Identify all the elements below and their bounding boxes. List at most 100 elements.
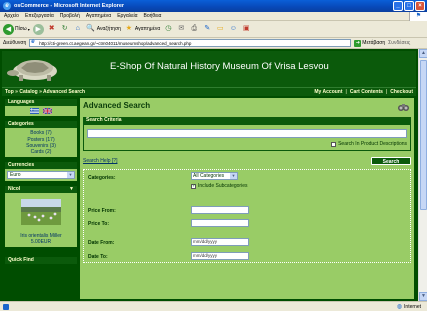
minimize-icon[interactable]: _ [393,1,403,11]
chevron-down-icon: ▾ [27,26,30,32]
search-icon: 🔍 [86,25,96,32]
menu-bar: Αρχείο Επεξεργασία Προβολή Αγαπημένα Εργ… [0,12,427,21]
tortoise-logo-icon[interactable] [5,53,63,85]
price-from-input[interactable] [191,206,249,214]
back-label: Πίσω [15,26,27,32]
search-button[interactable]: 🔍 Αναζήτηση [86,24,121,34]
date-to-label: Date To: [88,254,108,260]
menu-favorites[interactable]: Αγαπημένα [86,13,111,19]
scroll-up-icon[interactable]: ▲ [419,49,427,58]
favorites-button[interactable]: ★ Αγαπημένα [124,24,161,34]
maximize-icon[interactable]: □ [404,1,414,11]
categories-filter-label: Categories: [88,175,116,181]
page-title: Advanced Search [83,101,151,110]
product-image[interactable] [21,199,61,226]
go-arrow-icon: ➜ [354,39,362,47]
search-label: Αναζήτηση [96,26,121,32]
breadcrumb[interactable]: Top » Catalog » Advanced Search [5,89,85,95]
menu-edit[interactable]: Επεξεργασία [25,13,54,19]
close-icon[interactable]: × [415,1,425,11]
research-icon[interactable]: ▣ [241,24,251,34]
search-descriptions-checkbox[interactable] [331,141,337,147]
links-label[interactable]: Συνδέσεις [388,40,410,46]
ie-logo-icon: e [3,2,11,10]
chevron-down-icon[interactable]: ▼ [69,186,74,193]
status-bar: ◍ Internet [0,301,427,311]
url-field[interactable]: http://cti-green.ct.aegean.gr/~ctm04011/… [29,39,352,47]
nav-checkout[interactable]: Checkout [390,89,413,95]
vertical-scrollbar[interactable]: ▲ ▼ [418,49,427,301]
address-label: Διεύθυνση [3,40,27,46]
shop-page: E-Shop Of Natural History Museum Of Vris… [0,49,418,301]
scroll-down-icon[interactable]: ▼ [419,292,427,301]
include-subcategories-checkbox[interactable] [191,183,196,189]
search-criteria-title: Search Criteria [83,117,411,124]
edit-icon[interactable]: ✎ [202,24,212,34]
window-titlebar: e osCommerce - Microsoft Internet Explor… [0,0,427,12]
browser-viewport: E-Shop Of Natural History Museum Of Vris… [0,49,427,301]
advanced-search-panel: Advanced Search Search Criteria Search I… [80,98,414,299]
greek-flag-icon[interactable] [30,108,40,114]
menu-help[interactable]: Βοήθεια [144,13,162,19]
product-box: Nicol ▼ Iris orientalis Miller 5.00EUR [4,185,78,249]
scroll-thumb[interactable] [420,60,427,210]
product-price: 5.00EUR [30,239,52,246]
go-label: Μετάβαση [362,40,386,46]
categories-filter-value: All Categories [193,173,225,179]
page-status-icon [3,303,9,310]
search-help-link[interactable]: Search Help [?] [83,158,117,164]
categories-filter-select[interactable]: All Categories ▼ [191,172,238,180]
window-title: osCommerce - Microsoft Internet Explorer [14,3,125,9]
categories-title: Categories [5,121,77,129]
category-cards[interactable]: Cards (2) [7,149,75,155]
categories-box: Categories Books (7) Posters (17) Souven… [4,120,78,159]
quickfind-box: Quick Find [4,256,78,266]
price-from-label: Price From: [88,208,116,214]
print-icon[interactable]: ⎙ [189,24,199,34]
currency-select[interactable]: Euro ▼ [7,171,75,180]
menu-file[interactable]: Αρχείο [4,13,19,19]
refresh-icon[interactable]: ↻ [60,24,70,34]
nav-my-account[interactable]: My Account [314,89,342,95]
chevron-down-icon: ▼ [230,173,237,179]
search-descriptions-label: Search In Product Descriptions [338,141,407,147]
messenger-icon[interactable]: ☺ [228,24,238,34]
stop-icon[interactable]: ✖ [47,24,57,34]
menu-view[interactable]: Προβολή [60,13,80,19]
windows-logo-icon: ⚑ [409,12,427,21]
include-subcategories-label: Include Subcategories [198,183,248,189]
site-header: E-Shop Of Natural History Museum Of Vris… [2,51,416,87]
price-to-label: Price To: [88,221,110,227]
favorites-label: Αγαπημένα [134,26,161,32]
forward-arrow-icon[interactable]: ▶ [32,23,44,35]
search-submit-button[interactable]: Search [371,157,411,165]
home-icon[interactable]: ⌂ [73,24,83,34]
languages-box: Languages [4,98,78,118]
mail-icon[interactable]: ✉ [176,24,186,34]
uk-flag-icon[interactable] [42,108,52,114]
content-area: Languages Categories Books (7) Posters (… [2,96,416,299]
chevron-down-icon: ▼ [67,172,74,179]
internet-zone-label: Internet [404,303,421,310]
product-box-title-text: Nicol [8,186,21,193]
currency-value: Euro [10,172,21,179]
date-to-input[interactable]: mm/dd/yyyy [191,252,249,260]
back-button[interactable]: ◀ Πίσω ▾ [3,23,30,35]
product-box-title: Nicol ▼ [5,186,77,194]
menu-tools[interactable]: Εργαλεία [117,13,137,19]
breadcrumb-bar: Top » Catalog » Advanced Search My Accou… [2,87,416,96]
address-bar: Διεύθυνση http://cti-green.ct.aegean.gr/… [0,38,427,49]
date-from-label: Date From: [88,240,115,246]
nav-cart-contents[interactable]: Cart Contents [350,89,383,95]
star-icon: ★ [125,25,133,32]
price-to-input[interactable] [191,219,249,227]
search-filters-box: Categories: All Categories ▼ Include Sub… [83,169,411,263]
currencies-title: Currencies [5,162,77,170]
search-criteria-box: Search In Product Descriptions [83,124,411,151]
quickfind-title: Quick Find [5,257,77,265]
history-icon[interactable]: ◷ [163,24,173,34]
folder-icon[interactable]: ▭ [215,24,225,34]
keywords-input[interactable] [87,129,407,138]
date-from-input[interactable]: mm/dd/yyyy [191,238,249,246]
go-button[interactable]: ➜ Μετάβαση [354,39,386,47]
